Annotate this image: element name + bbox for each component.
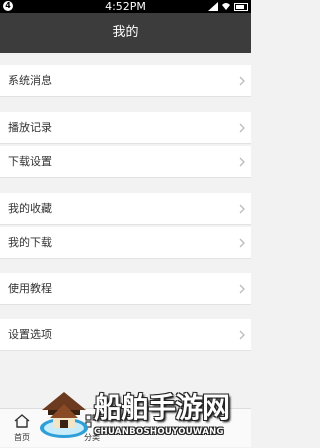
- watermark-subtitle: CHUANBOSHOUYOUWANG: [94, 427, 224, 437]
- chevron-right-icon: [239, 204, 245, 214]
- chevron-right-icon: [239, 284, 245, 294]
- wifi-icon: [222, 3, 230, 10]
- battery-icon: [234, 2, 248, 11]
- menu-item-system-messages[interactable]: 系统消息: [0, 65, 251, 97]
- menu-item-label: 下载设置: [8, 155, 52, 168]
- menu-item-tutorial[interactable]: 使用教程: [0, 273, 251, 305]
- menu-item-label: 我的收藏: [8, 202, 52, 215]
- menu-item-settings[interactable]: 设置选项: [0, 319, 251, 351]
- home-icon: [14, 414, 30, 428]
- page-title: 我的: [0, 13, 251, 53]
- chevron-right-icon: [239, 330, 245, 340]
- menu-item-download-settings[interactable]: 下载设置: [0, 146, 251, 178]
- menu-item-label: 设置选项: [8, 328, 52, 341]
- chevron-right-icon: [239, 76, 245, 86]
- pagoda-logo-icon: [40, 392, 88, 438]
- status-bar: 4 4:52PM: [0, 0, 251, 13]
- menu-item-my-downloads[interactable]: 我的下载: [0, 227, 251, 259]
- chevron-right-icon: [239, 157, 245, 167]
- watermark-title: 船舶手游网: [94, 391, 230, 424]
- chevron-right-icon: [239, 123, 245, 133]
- menu-item-label: 我的下载: [8, 236, 52, 249]
- menu-item-my-favorites[interactable]: 我的收藏: [0, 193, 251, 225]
- menu-item-play-history[interactable]: 播放记录: [0, 112, 251, 144]
- menu-item-label: 播放记录: [8, 121, 52, 134]
- chevron-right-icon: [239, 238, 245, 248]
- menu-item-label: 系统消息: [8, 74, 52, 87]
- status-icons: [208, 2, 248, 11]
- watermark: 船舶手游网 CHUANBOSHOUYOUWANG: [34, 382, 251, 447]
- menu-item-label: 使用教程: [8, 282, 52, 295]
- signal-icon: [208, 2, 218, 11]
